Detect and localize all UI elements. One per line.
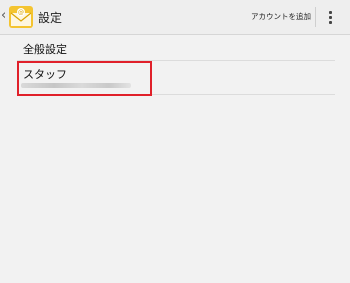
overflow-menu-icon[interactable] bbox=[320, 5, 342, 29]
settings-item-general[interactable]: 全般設定 bbox=[17, 35, 335, 61]
chevron-left-icon: ‹ bbox=[1, 8, 7, 23]
up-navigation-button[interactable]: ‹ @ bbox=[0, 0, 36, 34]
mail-envelope-icon: @ bbox=[9, 6, 33, 28]
highlight-box bbox=[17, 61, 152, 96]
page-title: 設定 bbox=[38, 11, 63, 25]
svg-text:@: @ bbox=[18, 9, 24, 16]
action-bar: ‹ @ 設定 アカウントを追加 bbox=[0, 0, 350, 35]
settings-item-general-label: 全般設定 bbox=[23, 43, 67, 56]
add-account-button[interactable]: アカウントを追加 bbox=[251, 11, 311, 22]
action-bar-divider bbox=[315, 7, 316, 27]
